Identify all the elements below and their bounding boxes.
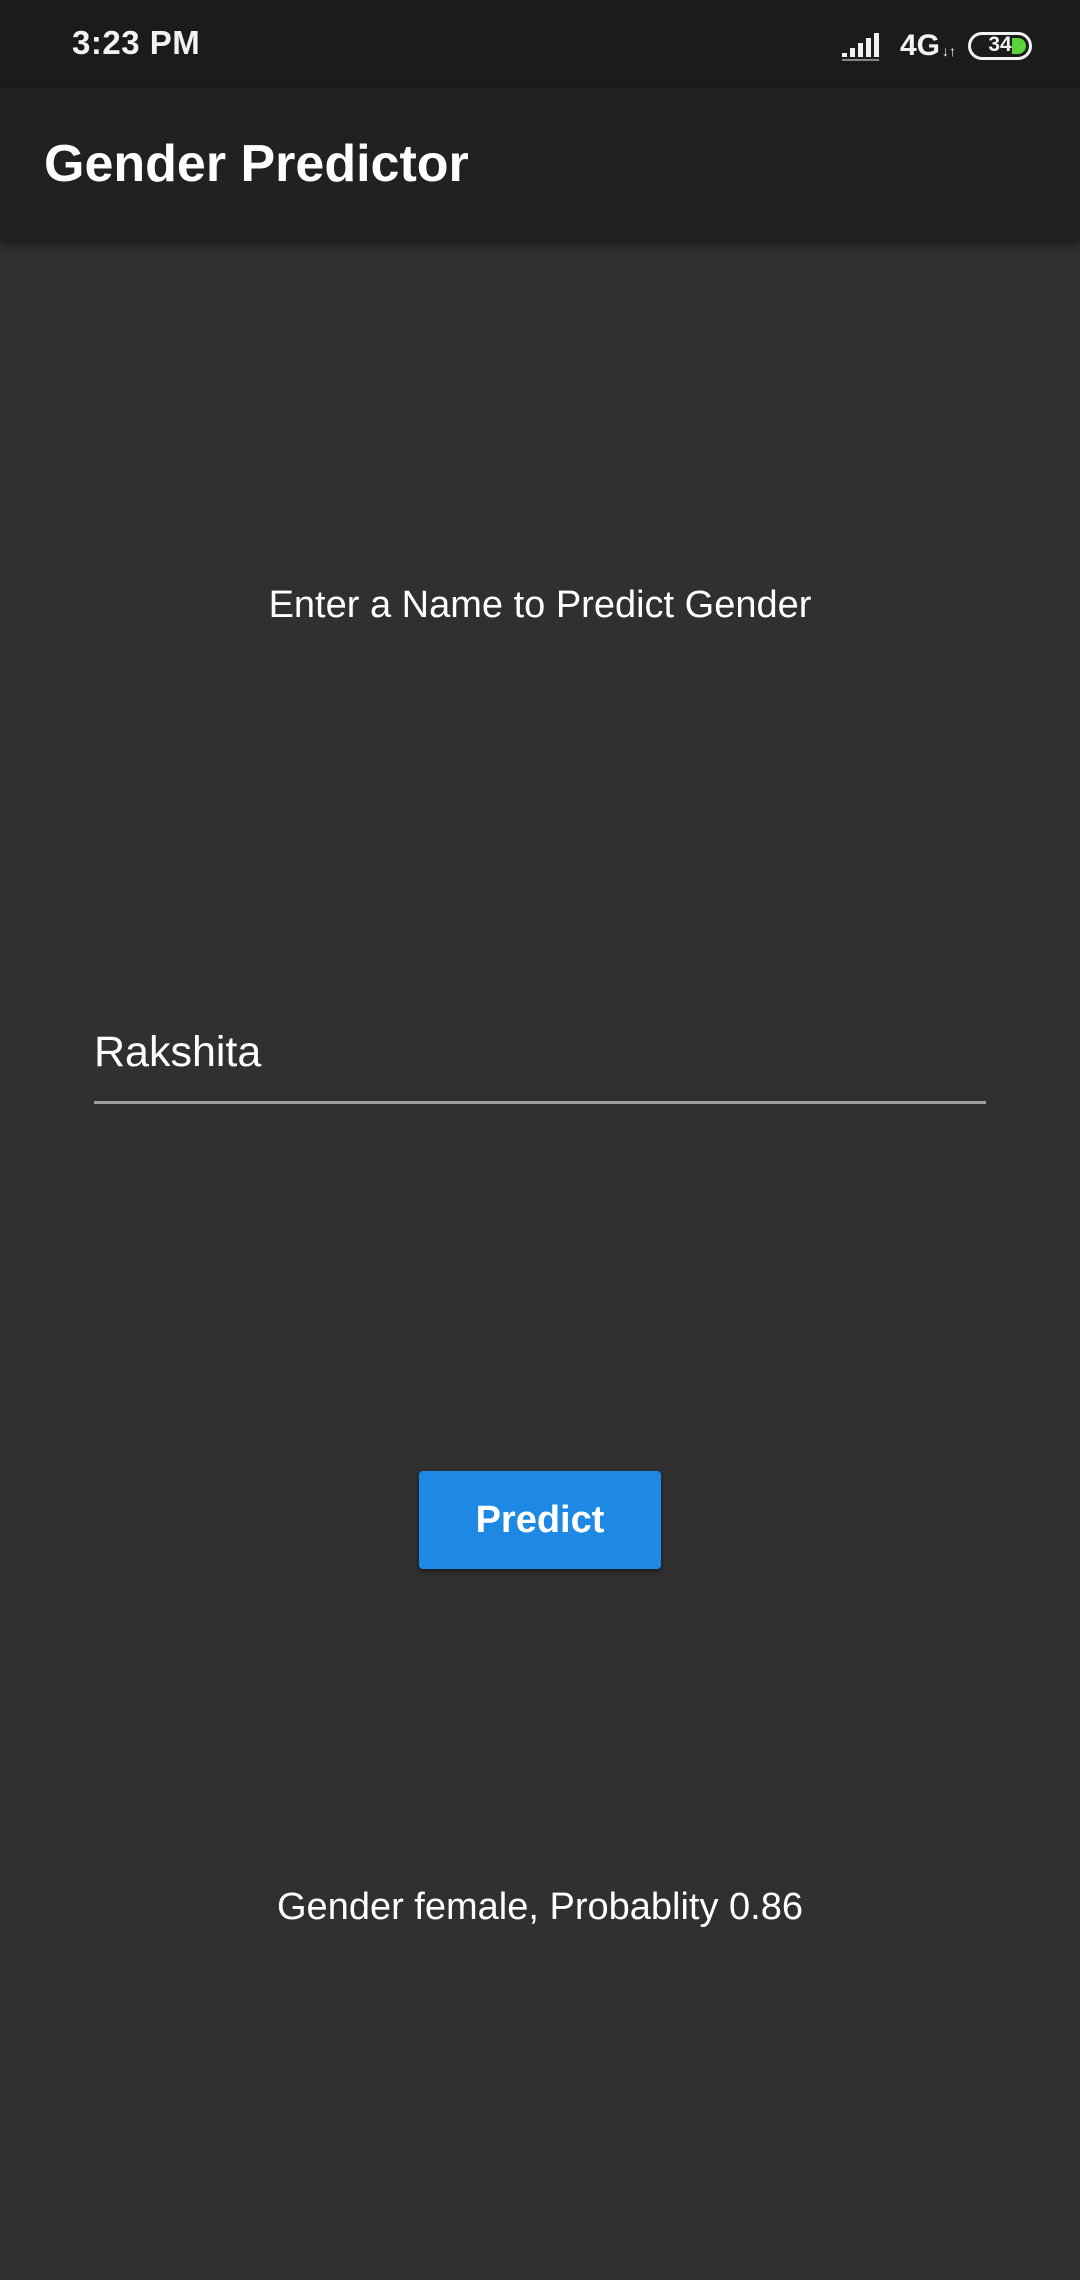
battery-icon: 34 bbox=[968, 32, 1032, 60]
prompt-label: Enter a Name to Predict Gender bbox=[268, 584, 812, 626]
name-field[interactable] bbox=[94, 1012, 986, 1104]
result-label: Gender female, Probablity 0.86 bbox=[277, 1886, 803, 1928]
status-bar: 3:23 PM 4G ↓↑ 34 bbox=[0, 0, 1080, 88]
network-type: 4G bbox=[899, 29, 940, 62]
status-time: 3:23 PM bbox=[72, 24, 201, 61]
app-title: Gender Predictor bbox=[44, 135, 469, 193]
screen: 3:23 PM 4G ↓↑ 34 Gender Predictor Enter … bbox=[0, 0, 1080, 2280]
status-icons: 4G ↓↑ 34 bbox=[841, 26, 1032, 66]
cell-signal-icon bbox=[841, 33, 879, 61]
network-activity-icon: ↓↑ bbox=[942, 43, 956, 59]
battery-level: 34 bbox=[988, 33, 1012, 56]
name-input[interactable] bbox=[94, 1012, 986, 1092]
predict-button[interactable]: Predict bbox=[419, 1471, 661, 1569]
app-bar: Gender Predictor bbox=[0, 88, 1080, 242]
